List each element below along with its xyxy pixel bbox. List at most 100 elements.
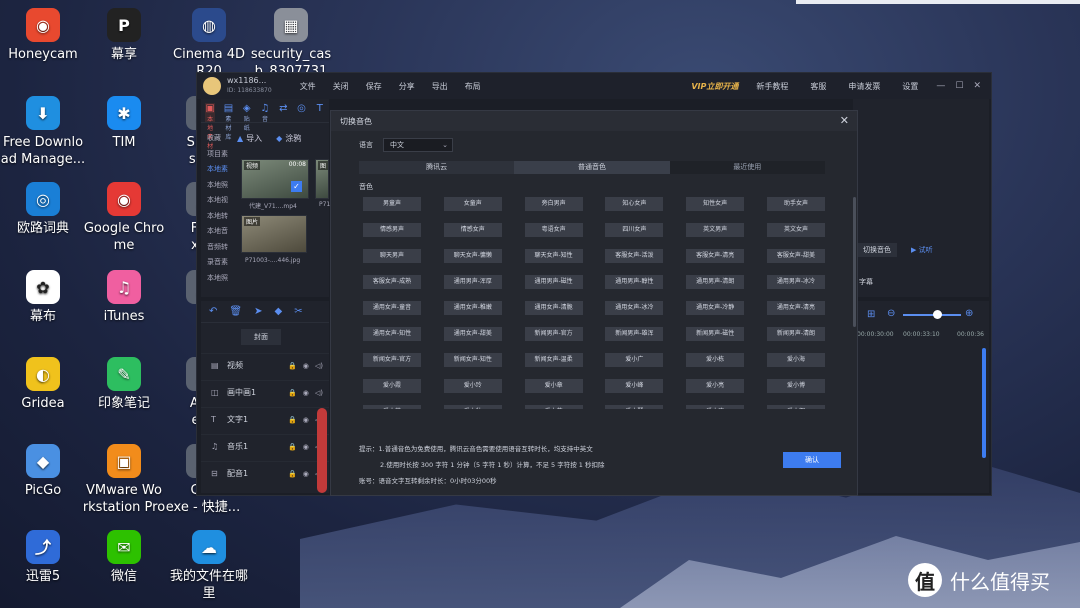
close-icon[interactable]: ✕ [973,81,981,91]
voice-option[interactable]: 女童声 [443,197,502,211]
desktop-icon[interactable]: P 幕享 [81,8,167,63]
voice-option[interactable]: 爱小峰 [605,379,664,393]
voice-option[interactable]: 通用男声-清朗 [686,275,745,289]
menu-item[interactable]: 关闭 [333,81,349,92]
fit-icon[interactable]: ⊞ [867,309,875,320]
voice-option[interactable]: 通用女声-冷静 [686,301,745,315]
voice-option[interactable]: 新闻女声-温柔 [524,353,583,367]
voice-option[interactable]: 英文男声 [686,223,745,237]
right-menu-item[interactable]: 新手教程 [756,81,788,92]
voice-option[interactable]: 英文女声 [766,223,825,237]
close-icon[interactable]: ✕ [840,114,849,127]
voice-option[interactable]: 爱小章 [524,379,583,393]
menu-item[interactable]: 保存 [366,81,382,92]
desktop-icon[interactable]: ▣ VMware Wo rkstation Pro [81,444,167,516]
voice-option[interactable]: 粤语女声 [524,223,583,237]
voice-option[interactable]: 爱小亮 [686,379,745,393]
right-menu-item[interactable]: 申请发票 [848,81,880,92]
cut-icon[interactable]: ✂ [294,306,302,317]
voice-option[interactable]: 新闻男声-官方 [524,327,583,341]
voice-option[interactable]: 客服女声-甜美 [766,249,825,263]
media-category-item[interactable]: 项目素 [201,147,231,163]
eye-icon[interactable]: ◉ [303,389,309,397]
media-category-item[interactable]: 本地素 [201,162,231,178]
voice-option[interactable]: 通用男声-浑厚 [443,275,502,289]
tab-recent[interactable]: 最近使用 [669,161,825,174]
voice-option[interactable]: 助手女声 [766,197,825,211]
zoom-in-icon[interactable]: ⊕ [965,308,973,319]
undo-icon[interactable]: ↶ [209,306,217,317]
voice-option[interactable]: 爱小博 [766,379,825,393]
voice-option[interactable]: 爱小栋 [686,353,745,367]
media-category-item[interactable]: 本地转 [201,209,231,225]
playhead-marker[interactable] [317,408,327,493]
voice-option[interactable]: 通用女声-清脆 [524,301,583,315]
lock-icon[interactable]: 🔒 [288,362,297,370]
media-category-item[interactable]: 收藏 [201,131,231,147]
avatar[interactable] [203,77,221,95]
dialog-scrollbar[interactable] [853,197,856,327]
maximize-icon[interactable]: ☐ [955,81,963,91]
eye-icon[interactable]: ◉ [303,443,309,451]
desktop-icon[interactable]: ◍Cinema 4D R20 [166,8,252,80]
language-select[interactable]: 中文 ⌄ [383,138,453,152]
desktop-icon[interactable]: ◉ Google Chro me [81,182,167,254]
voice-option[interactable]: 通用女声-知性 [363,327,421,341]
voice-option[interactable]: 爱小辉 [766,405,825,409]
import-button[interactable]: ▲ 导入 [237,133,262,144]
vip-button[interactable]: VIP立即开通 [691,81,738,92]
voice-option[interactable]: 男童声 [363,197,421,211]
voice-option[interactable]: 爱小芸 [363,405,421,409]
voice-option[interactable]: 爱小玲 [443,379,502,393]
lock-icon[interactable]: 🔒 [288,416,297,424]
audition-button[interactable]: ▶ 试听 [905,243,939,257]
desktop-icon[interactable]: ✎ 印象笔记 [81,357,167,412]
voice-option[interactable]: 爱小琴 [605,405,664,409]
media-category-item[interactable]: 本地照 [201,178,231,194]
delete-icon[interactable]: 🗑 [229,306,242,317]
media-thumb-video[interactable]: 视频 00:08 ✓ [241,159,309,199]
tool-tab[interactable]: ▤ 素材库 [223,103,233,141]
lock-icon[interactable]: 🔒 [288,443,297,451]
media-thumb-image[interactable]: 图片 [241,215,307,253]
voice-option[interactable]: 爱小霞 [363,379,421,393]
tab-normal-voices[interactable]: 普通音色 [514,161,670,174]
voice-option[interactable]: 客服女声-清亮 [686,249,745,263]
lock-icon[interactable]: 🔒 [288,470,297,478]
voice-option[interactable]: 通用女声-甜美 [443,327,502,341]
tool-tab[interactable]: ◎ [296,103,306,122]
tool-tab[interactable]: ▣ 本地素材 [205,103,216,150]
menu-item[interactable]: 导出 [432,81,448,92]
tool-tab[interactable]: ♫ 音 [260,103,270,123]
tool-tab[interactable]: ◈ 贴纸 [242,103,252,132]
menu-item[interactable]: 文件 [300,81,316,92]
desktop-icon[interactable]: ◎ 欧路词典 [0,182,86,237]
media-category-item[interactable]: 录音素 [201,255,231,271]
switch-voice-button[interactable]: 切换音色 [857,243,897,257]
voice-option[interactable]: 通用男声-冰冷 [766,275,825,289]
eye-icon[interactable]: ◉ [303,362,309,370]
desktop-icon[interactable]: ▦security_cas b_8307731 [248,8,334,80]
eye-icon[interactable]: ◉ [303,470,309,478]
desktop-icon[interactable]: ◆ PicGo [0,444,86,499]
voice-option[interactable]: 爱小海 [766,353,825,367]
voice-option[interactable]: 旁白男声 [524,197,583,211]
desktop-icon[interactable]: ⤴ 迅雷5 [0,530,86,585]
voice-option[interactable]: 客服女声-活泼 [605,249,664,263]
voice-option[interactable]: 新闻男声-磁性 [686,327,745,341]
voice-option[interactable]: 爱小康 [686,405,745,409]
voice-option[interactable]: 爱小秋 [443,405,502,409]
voice-option[interactable]: 通用女声-清亮 [766,301,825,315]
voice-option[interactable]: 新闻男声-清朗 [766,327,825,341]
track-row[interactable]: ▤ 视频 🔒 ◉ ◁) [201,353,329,377]
track-row[interactable]: ◫ 画中画1 🔒 ◉ ◁) [201,380,329,404]
lock-icon[interactable]: 🔒 [288,389,297,397]
voice-option[interactable]: 知心女声 [605,197,664,211]
desktop-icon[interactable]: ⬇ Free Downlo ad Manage... [0,96,86,168]
minimize-icon[interactable]: — [936,81,945,91]
voice-option[interactable]: 知性女声 [686,197,745,211]
track-row[interactable]: T文字1🔒◉◁) [201,407,329,431]
media-category-item[interactable]: 本地视 [201,193,231,209]
voice-option[interactable]: 通用女声-童音 [363,301,421,315]
desktop-icon[interactable]: ✱ TIM [81,96,167,151]
